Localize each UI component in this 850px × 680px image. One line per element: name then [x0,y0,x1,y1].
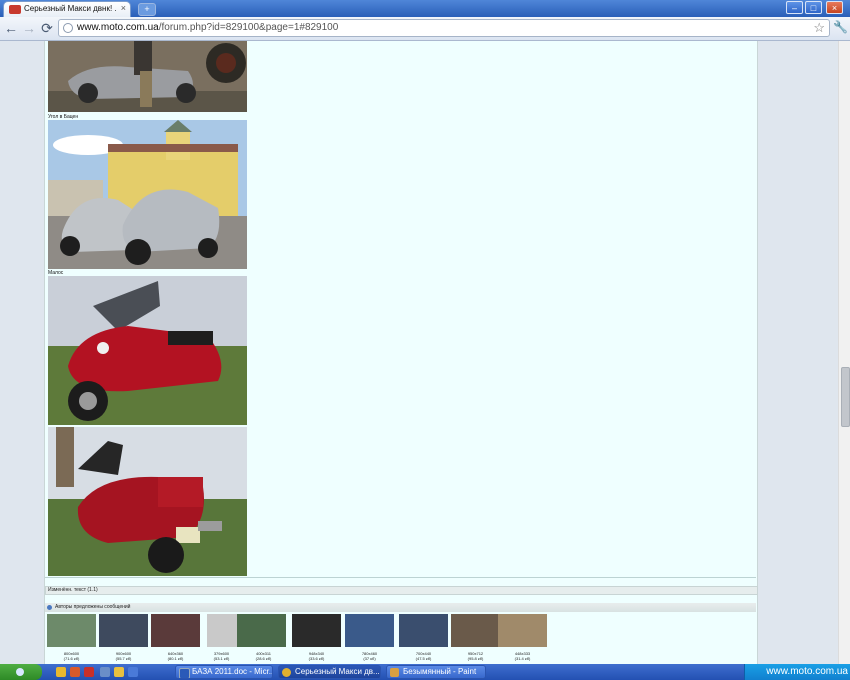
thumbnail-image[interactable] [451,614,500,647]
close-button[interactable]: × [826,1,843,14]
thumbnail-image[interactable] [207,614,237,647]
page-globe-icon [63,23,73,33]
thumbnail-label: 780x460 (37 кб) [345,651,394,661]
address-bar[interactable]: www.moto.com.ua/forum.php?id=829100&page… [58,19,830,37]
info-icon [47,605,52,610]
browser-toolbar: ← → ⟳ www.moto.com.ua/forum.php?id=82910… [0,17,850,41]
thumbnail-image[interactable] [292,614,341,647]
reload-icon[interactable]: ⟳ [39,20,55,36]
post-photo-scooters-building[interactable] [48,120,247,269]
thumb-weight: (37 кб) [363,656,376,661]
windows-logo-icon [16,668,24,676]
wrench-menu-icon[interactable]: 🔧 [833,20,848,34]
word-icon [179,668,190,678]
url-host: www.moto.com.ua [77,22,159,33]
page-viewport: Угол в Бацен Малос Изменённ. текст (1.1)… [0,41,838,664]
minimize-button[interactable]: – [786,1,803,14]
taskbar-item-word[interactable]: БАЗА 2011.doc - Micr... [175,665,273,679]
thumbnail-image[interactable] [151,614,200,647]
taskbar-item-label: Серьезный Макси дв... [295,667,380,676]
forward-icon[interactable]: → [21,20,37,36]
thumbnail-label: 448x333 (31.4 кб) [498,651,547,661]
thumb-weight: (28.6 кб) [255,656,272,661]
chrome-quicklaunch-icon[interactable] [56,667,66,677]
title-bar: Серьезный Макси двнк! ... × + – □ × [0,0,850,17]
similar-posts-header: Авторы предложены сообщений [45,603,756,612]
thumb-weight: (71.6 кб) [63,656,80,661]
url-text: www.moto.com.ua/forum.php?id=829100&page… [77,22,338,33]
maximize-button[interactable]: □ [805,1,822,14]
taskbar-item-label: Безымянный - Paint [403,667,477,676]
chrome-icon [282,668,291,677]
post-photo-red-scooter-front[interactable] [48,276,247,425]
start-button[interactable] [0,664,42,680]
windows-taskbar: БАЗА 2011.doc - Micr... Серьезный Макси … [0,664,850,680]
site-favicon-icon [9,5,21,14]
post-separator [45,577,756,578]
thumb-weight: (95.8 кб) [467,656,484,661]
edited-note: Изменённ. текст (1.1) [45,586,758,595]
thumbnail-image[interactable] [237,614,286,647]
paint-icon [390,668,399,677]
thumbnail-label: 700x440 (47.5 кб) [399,651,448,661]
thumbnail-image[interactable] [47,614,96,647]
taskbar-item-label: БАЗА 2011.doc - Micr... [192,667,273,676]
thumb-weight: (53.1 кб) [213,656,230,661]
url-path: /forum.php?id=829100&page=1#829100 [158,22,339,33]
similar-posts-title: Авторы предложены сообщений [55,604,131,610]
forum-post-column: Угол в Бацен Малос Изменённ. текст (1.1)… [44,41,758,664]
thumbnail-label: 640x360 (80.1 кб) [151,651,200,661]
browser-tab[interactable]: Серьезный Макси двнк! ... × [3,1,131,17]
scrollbar-thumb[interactable] [841,367,850,427]
thumbnail-strip: 800x600 (71.6 кб) 900x600 (55.7 кб) 640x36… [47,614,753,664]
thumbnail-image[interactable] [345,614,394,647]
post-photo-red-scooter-rear[interactable] [48,427,247,576]
tray-text: www.moto.com.ua [766,666,848,677]
post-photo-scooter-1[interactable] [48,41,247,112]
thumb-weight: (80.1 кб) [167,656,184,661]
tab-close-icon[interactable]: × [121,3,126,13]
notepad-quicklaunch-icon[interactable] [100,667,110,677]
thumb-weight: (47.5 кб) [415,656,432,661]
desktop-quicklaunch-icon[interactable] [128,667,138,677]
thumb-weight: (55.7 кб) [115,656,132,661]
bookmark-star-icon[interactable]: ☆ [813,20,825,36]
thumb-weight: (33.6 кб) [308,656,325,661]
thumbnail-image[interactable] [498,614,547,647]
tab-title: Серьезный Макси двнк! ... [24,4,116,13]
firefox-quicklaunch-icon[interactable] [70,667,80,677]
back-icon[interactable]: ← [3,20,19,36]
thumbnail-image[interactable] [399,614,448,647]
vertical-scrollbar[interactable] [838,41,850,664]
folder-quicklaunch-icon[interactable] [114,667,124,677]
thumbnail-label: 800x600 (71.6 кб) [47,651,96,661]
opera-quicklaunch-icon[interactable] [84,667,94,677]
system-tray: www.moto.com.ua [744,664,850,680]
thumbnail-label: 948x340 (33.6 кб) [292,651,341,661]
thumb-weight: (31.4 кб) [514,656,531,661]
thumbnail-label: 950x712 (95.8 кб) [451,651,500,661]
thumbnail-image[interactable] [99,614,148,647]
new-tab-button[interactable]: + [138,3,156,16]
thumbnail-label: 400x311 (28.6 кб) [239,651,288,661]
thumbnail-label: 900x600 (55.7 кб) [99,651,148,661]
taskbar-item-paint[interactable]: Безымянный - Paint [386,665,486,679]
taskbar-item-chrome[interactable]: Серьезный Макси дв... [278,665,381,679]
